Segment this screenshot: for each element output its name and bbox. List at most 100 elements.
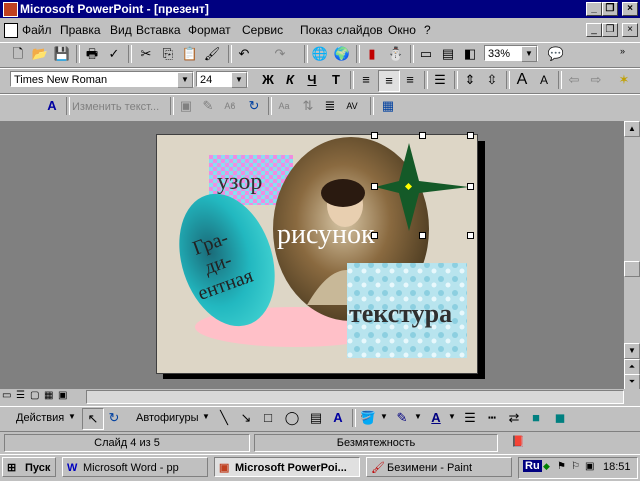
save-icon[interactable]: 💾 bbox=[52, 44, 72, 64]
autoshapes-menu[interactable]: Автофигуры bbox=[136, 412, 199, 424]
menu-window[interactable]: Окно bbox=[388, 23, 416, 37]
selection-handle[interactable] bbox=[371, 132, 378, 139]
open-icon[interactable]: 📂 bbox=[30, 44, 50, 64]
app-icon[interactable] bbox=[3, 2, 18, 17]
doc-icon[interactable] bbox=[4, 23, 18, 38]
decrease-font-icon[interactable]: A bbox=[534, 70, 554, 90]
copy-icon[interactable]: ⎘ bbox=[158, 44, 178, 64]
menu-edit[interactable]: Правка bbox=[60, 23, 101, 37]
doc-minimize-button[interactable]: _ bbox=[586, 23, 602, 37]
start-button[interactable]: ⊞ Пуск bbox=[2, 457, 56, 477]
chart-icon[interactable]: ▮ bbox=[362, 44, 382, 64]
vertical-text-icon[interactable]: ⇅ bbox=[298, 96, 318, 116]
align-center-icon[interactable]: ≡ bbox=[378, 70, 400, 92]
format-painter-icon[interactable]: 🖌 bbox=[202, 44, 222, 64]
zoom-select[interactable]: 33% ▼ bbox=[484, 45, 538, 62]
new-slide-icon[interactable]: ▭ bbox=[416, 44, 436, 64]
outline-view-icon[interactable]: ☰ bbox=[16, 390, 25, 401]
tray-flag-icon[interactable]: ⚑ bbox=[557, 461, 566, 472]
task-powerpoint[interactable]: ▣ Microsoft PowerPoi... bbox=[214, 457, 360, 477]
prev-slide-icon[interactable]: ⏶ bbox=[624, 359, 640, 375]
menu-tools[interactable]: Сервис bbox=[242, 23, 283, 37]
slide[interactable]: узор Гра- ди- ентная рисунок текстура bbox=[156, 132, 478, 374]
line-style-icon[interactable]: ☰ bbox=[460, 408, 480, 428]
print-icon[interactable]: 🖶 bbox=[82, 44, 102, 64]
spell-check-icon[interactable]: Aϐ bbox=[220, 96, 240, 116]
increase-font-icon[interactable]: A bbox=[512, 70, 532, 90]
font-size-select[interactable]: 24 ▼ bbox=[196, 71, 248, 88]
wordart-icon[interactable]: A bbox=[328, 408, 348, 428]
actions-menu[interactable]: Действия bbox=[16, 412, 64, 424]
selection-handle[interactable] bbox=[419, 132, 426, 139]
menu-insert[interactable]: Вставка bbox=[136, 23, 181, 37]
text-align-icon[interactable]: ≣ bbox=[320, 96, 340, 116]
clock[interactable]: 18:51 bbox=[603, 461, 631, 473]
selection-handle[interactable] bbox=[419, 232, 426, 239]
toolbar-more-icon[interactable]: » bbox=[620, 46, 625, 56]
decrease-spacing-icon[interactable]: ⇳ bbox=[482, 70, 502, 90]
office-assistant-icon[interactable]: 💬 bbox=[546, 44, 566, 64]
free-rotate-icon[interactable]: ↻ bbox=[104, 408, 124, 428]
font-color-icon[interactable]: A bbox=[426, 408, 446, 428]
selection-handle[interactable] bbox=[371, 183, 378, 190]
fill-color-icon[interactable]: 🪣 bbox=[358, 408, 378, 428]
slide-preview-icon[interactable]: ▦ bbox=[378, 96, 398, 116]
menu-help[interactable]: ? bbox=[424, 23, 431, 37]
undo-icon[interactable]: ↶ bbox=[234, 44, 254, 64]
animation-effects-icon[interactable]: ✶ bbox=[614, 70, 634, 90]
slide-view-icon[interactable]: ▢ bbox=[30, 390, 39, 401]
horizontal-scrollbar[interactable] bbox=[86, 390, 624, 404]
close-button[interactable]: × bbox=[622, 2, 638, 16]
underline-button[interactable]: Ч bbox=[302, 70, 322, 90]
scroll-thumb[interactable] bbox=[624, 261, 640, 277]
selection-handle[interactable] bbox=[467, 232, 474, 239]
rectangle-icon[interactable]: □ bbox=[258, 408, 278, 428]
arrow-style-icon[interactable]: ⇄ bbox=[504, 408, 524, 428]
normal-view-icon[interactable]: ▭ bbox=[2, 390, 11, 401]
chevron-down-icon[interactable]: ▼ bbox=[380, 412, 388, 421]
text-style-icon[interactable]: A bbox=[42, 96, 62, 116]
tray-app-icon[interactable]: ◆ bbox=[543, 461, 550, 472]
doc-close-button[interactable]: × bbox=[622, 23, 638, 37]
spelling-icon[interactable]: ✓ bbox=[104, 44, 124, 64]
next-slide-icon[interactable]: ⏷ bbox=[624, 374, 640, 390]
scroll-down-icon[interactable]: ▼ bbox=[624, 343, 640, 359]
3d-icon[interactable]: ◼ bbox=[550, 408, 570, 428]
chevron-down-icon[interactable]: ▼ bbox=[177, 72, 193, 88]
slideshow-view-icon[interactable]: ▣ bbox=[58, 390, 67, 401]
align-left-icon[interactable]: ≡ bbox=[356, 70, 376, 90]
font-name-select[interactable]: Times New Roman ▼ bbox=[10, 71, 194, 88]
menu-slideshow[interactable]: Показ слайдов bbox=[300, 23, 383, 37]
line-icon[interactable]: ╲ bbox=[214, 408, 234, 428]
selection-handle[interactable] bbox=[467, 132, 474, 139]
italic-button[interactable]: К bbox=[280, 70, 300, 90]
menu-file[interactable]: Файл bbox=[22, 23, 52, 37]
redo-icon[interactable]: ↷ bbox=[270, 44, 290, 64]
line-color-icon[interactable]: ✎ bbox=[392, 408, 412, 428]
selection-handle[interactable] bbox=[371, 232, 378, 239]
chevron-down-icon[interactable]: ▼ bbox=[448, 412, 456, 421]
vertical-scrollbar[interactable]: ▲ ▼ ⏶ ⏷ bbox=[624, 121, 640, 390]
menu-view[interactable]: Вид bbox=[110, 23, 132, 37]
doc-restore-button[interactable]: ❐ bbox=[602, 23, 618, 37]
rotate-icon[interactable]: ↻ bbox=[244, 96, 264, 116]
minimize-button[interactable]: _ bbox=[586, 2, 602, 16]
char-spacing-icon[interactable]: AV bbox=[342, 96, 362, 116]
insert-picture-icon[interactable]: ▣ bbox=[176, 96, 196, 116]
textbox-icon[interactable]: ▤ bbox=[306, 408, 326, 428]
slide-layout-icon[interactable]: ▤ bbox=[438, 44, 458, 64]
oval-icon[interactable]: ◯ bbox=[282, 408, 302, 428]
tray-network-icon[interactable]: ⚐ bbox=[571, 461, 580, 472]
demote-icon[interactable]: ⇨ bbox=[586, 70, 606, 90]
new-icon[interactable]: 🗋 bbox=[8, 44, 28, 64]
grayscale-icon[interactable]: ◧ bbox=[460, 44, 480, 64]
web-toolbar-icon[interactable]: 🌍 bbox=[332, 44, 352, 64]
tray-volume-icon[interactable]: ▣ bbox=[585, 461, 594, 472]
recolor-icon[interactable]: ✎ bbox=[198, 96, 218, 116]
chevron-down-icon[interactable]: ▼ bbox=[521, 46, 537, 62]
menu-format[interactable]: Формат bbox=[188, 23, 231, 37]
sorter-view-icon[interactable]: ▦ bbox=[44, 390, 53, 401]
bold-button[interactable]: Ж bbox=[258, 70, 278, 90]
selection-handle[interactable] bbox=[467, 183, 474, 190]
clipart-icon[interactable]: ⛄ bbox=[386, 44, 406, 64]
